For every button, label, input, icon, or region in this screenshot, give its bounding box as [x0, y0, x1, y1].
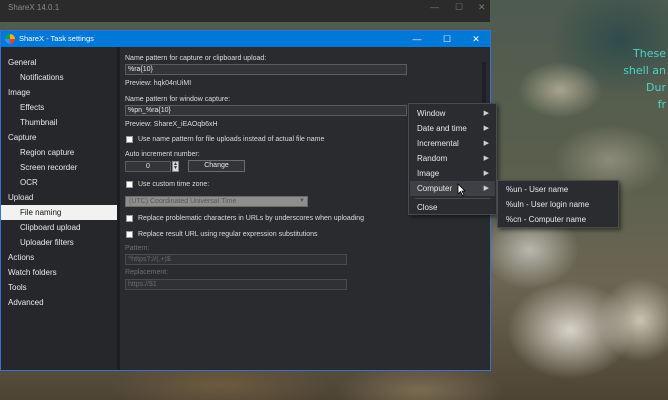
sidebar-item-thumbnail[interactable]: Thumbnail [1, 115, 117, 130]
sidebar-item-upload[interactable]: Upload [1, 190, 117, 205]
menu-item-label: Computer [417, 184, 453, 193]
sidebar-item-general[interactable]: General [1, 55, 117, 70]
window-title: ShareX - Task settings [19, 34, 94, 43]
name-pattern-input[interactable]: %ra{10} [125, 64, 407, 75]
menu-item-random[interactable]: Random ▶ [410, 151, 495, 166]
name-pattern-label: Name pattern for capture or clipboard up… [125, 55, 267, 62]
sidebar-item-notifications[interactable]: Notifications [1, 70, 117, 85]
change-button[interactable]: Change [188, 160, 245, 172]
menu-item-date-and-time[interactable]: Date and time ▶ [410, 121, 495, 136]
menu-item-label: Date and time [417, 124, 467, 133]
title-bar[interactable]: ShareX - Task settings — ☐ ✕ [1, 31, 490, 47]
background-window-title: ShareX 14.0.1 [8, 3, 60, 12]
name-pattern-context-menu: Window ▶ Date and time ▶ Incremental ▶ R… [408, 103, 497, 215]
chevron-down-icon[interactable]: ▼ [173, 166, 178, 171]
pattern-input[interactable]: ^https?://(.+)$ [125, 254, 347, 265]
chevron-right-icon: ▶ [483, 185, 489, 192]
minimize-icon: — [430, 2, 439, 12]
replace-url-regex-checkbox[interactable] [126, 231, 133, 238]
custom-time-zone-checkbox[interactable] [126, 181, 133, 188]
chevron-right-icon: ▶ [483, 155, 489, 162]
replacement-input[interactable]: https://$1 [125, 279, 347, 290]
maximize-icon: ☐ [455, 2, 464, 12]
pattern-label: Pattern: [125, 245, 150, 252]
sidebar-item-ocr[interactable]: OCR [1, 175, 117, 190]
settings-sidebar: General Notifications Image Effects Thum… [1, 47, 117, 370]
chevron-right-icon: ▶ [483, 110, 489, 117]
sidebar-item-tools[interactable]: Tools [1, 280, 117, 295]
background-text-line: fr [657, 98, 666, 111]
replace-url-regex-label: Replace result URL using regular express… [138, 231, 318, 238]
sidebar-item-image[interactable]: Image [1, 85, 117, 100]
auto-increment-stepper[interactable]: ▲ ▼ [172, 161, 179, 172]
use-name-pattern-checkbox[interactable] [126, 136, 133, 143]
sidebar-item-watch-folders[interactable]: Watch folders [1, 265, 117, 280]
sidebar-item-capture[interactable]: Capture [1, 130, 117, 145]
time-zone-select[interactable]: (UTC) Coordinated Universal Time ▼ [125, 196, 308, 207]
replace-characters-checkbox[interactable] [126, 215, 133, 222]
background-text-line: These [633, 47, 666, 60]
menu-separator [415, 198, 490, 199]
menu-item-window[interactable]: Window ▶ [410, 106, 495, 121]
sharex-logo-icon [5, 34, 15, 44]
time-zone-value: (UTC) Coordinated Universal Time [129, 198, 237, 205]
maximize-button[interactable]: ☐ [433, 32, 461, 46]
computer-submenu: %un - User name %uln - User login name %… [497, 180, 619, 228]
window-pattern-label: Name pattern for window capture: [125, 96, 231, 103]
menu-item-incremental[interactable]: Incremental ▶ [410, 136, 495, 151]
menu-item-close[interactable]: Close [410, 200, 495, 215]
auto-increment-input[interactable]: 0 [125, 161, 171, 172]
window-pattern-input[interactable]: %pn_%ra{10} [125, 105, 407, 116]
chevron-right-icon: ▶ [483, 125, 489, 132]
submenu-item-user-name[interactable]: %un - User name [499, 182, 617, 197]
menu-item-label: Incremental [417, 139, 459, 148]
replacement-label: Replacement: [125, 269, 169, 276]
sidebar-item-uploader-filters[interactable]: Uploader filters [1, 235, 117, 250]
background-text-line: shell an [623, 64, 666, 77]
background-sharex-window: ShareX 14.0.1 — ☐ ✕ [0, 0, 490, 22]
mouse-cursor-icon [457, 183, 466, 196]
chevron-down-icon: ▼ [299, 198, 305, 204]
chevron-right-icon: ▶ [483, 170, 489, 177]
sidebar-item-actions[interactable]: Actions [1, 250, 117, 265]
sidebar-item-file-naming[interactable]: File naming [1, 205, 117, 220]
menu-item-label: Image [417, 169, 440, 178]
menu-item-label: Window [417, 109, 446, 118]
use-name-pattern-label: Use name pattern for file uploads instea… [138, 136, 325, 143]
background-text-line: Dur [646, 81, 666, 94]
menu-item-label: Close [417, 203, 438, 212]
submenu-item-user-login-name[interactable]: %uln - User login name [499, 197, 617, 212]
custom-time-zone-label: Use custom time zone: [138, 181, 210, 188]
menu-item-computer[interactable]: Computer ▶ [410, 181, 495, 196]
sidebar-item-advanced[interactable]: Advanced [1, 295, 117, 310]
menu-item-label: Random [417, 154, 448, 163]
minimize-button[interactable]: — [403, 32, 431, 46]
sidebar-item-clipboard-upload[interactable]: Clipboard upload [1, 220, 117, 235]
close-button[interactable]: ✕ [462, 32, 490, 46]
sidebar-item-screen-recorder[interactable]: Screen recorder [1, 160, 117, 175]
name-pattern-preview: Preview: hqk04nUiMI [125, 80, 192, 87]
sidebar-item-region-capture[interactable]: Region capture [1, 145, 117, 160]
chevron-right-icon: ▶ [483, 140, 489, 147]
auto-increment-label: Auto increment number: [125, 151, 200, 158]
replace-characters-label: Replace problematic characters in URLs b… [138, 215, 365, 222]
sidebar-item-effects[interactable]: Effects [1, 100, 117, 115]
close-icon: ✕ [478, 2, 486, 12]
submenu-item-computer-name[interactable]: %cn - Computer name [499, 212, 617, 227]
menu-item-image[interactable]: Image ▶ [410, 166, 495, 181]
window-pattern-preview: Preview: ShareX_iEAOqb6xH [125, 121, 218, 128]
